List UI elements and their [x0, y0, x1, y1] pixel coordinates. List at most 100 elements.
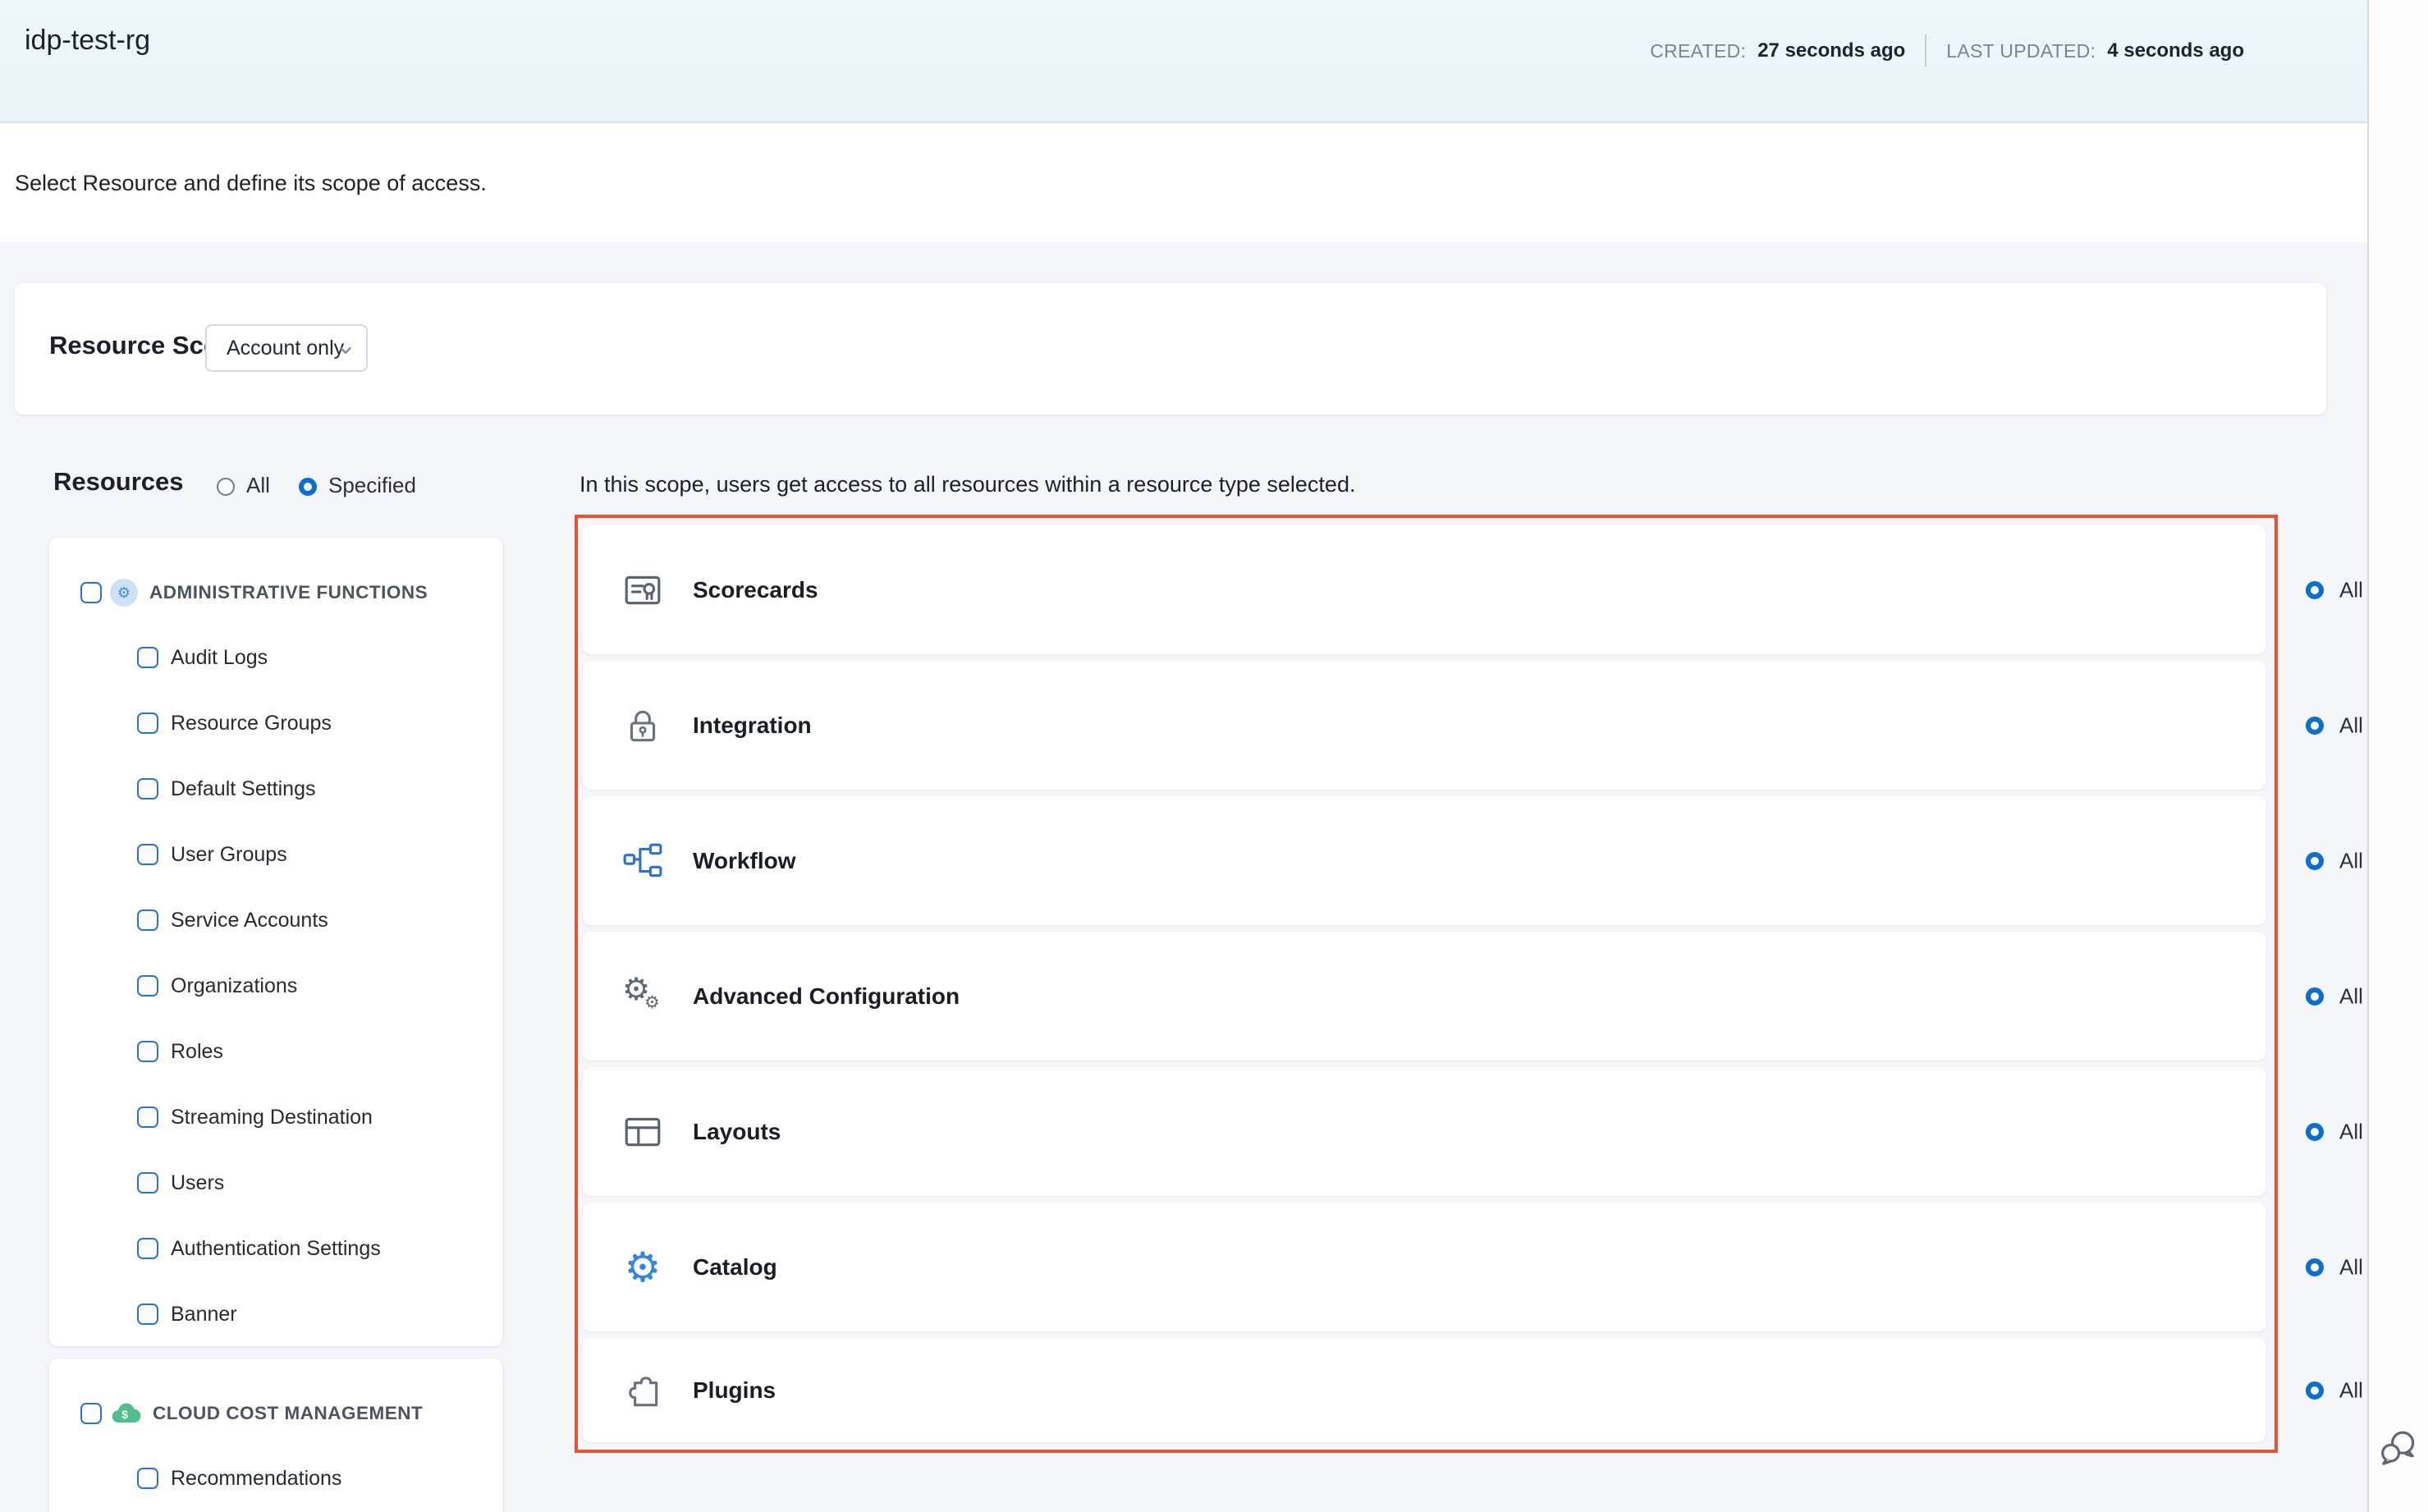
- chat-icon: [2379, 1428, 2420, 1469]
- resource-checkbox-item: Organizations: [49, 953, 502, 1019]
- item-label: Organizations: [171, 974, 297, 998]
- resources-radio-all[interactable]: [217, 478, 235, 496]
- resources-radio-specified-label: Specified: [328, 473, 416, 498]
- content: Resource Scope Account only Resources Al…: [0, 242, 2367, 1512]
- resource-type-row: ⚙⚙Advanced ConfigurationAll: [583, 932, 2265, 1061]
- resource-checkbox-item: Default Settings: [49, 756, 502, 822]
- item-label: Streaming Destination: [171, 1106, 373, 1129]
- type-icon-holder: [622, 1370, 663, 1411]
- right-rail: [2367, 0, 2428, 1512]
- chat-button[interactable]: [2379, 1428, 2420, 1469]
- group-checkbox[interactable]: [80, 1403, 102, 1424]
- item-label: Roles: [171, 1040, 223, 1064]
- all-radio[interactable]: [2306, 717, 2324, 735]
- item-checkbox[interactable]: [137, 1107, 158, 1128]
- item-checkbox[interactable]: [137, 975, 158, 997]
- scope-description: In this scope, users get access to all r…: [580, 472, 1355, 497]
- resource-type-row: PluginsAll: [583, 1338, 2265, 1442]
- type-icon-holder: [622, 570, 663, 611]
- resource-checkbox-item: Streaming Destination: [49, 1084, 502, 1150]
- resource-checkbox-item: Service Accounts: [49, 887, 502, 953]
- toolbar-description: Select Resource and define its scope of …: [15, 171, 487, 196]
- resource-type-row: IntegrationAll: [583, 661, 2265, 790]
- resource-type-label: Layouts: [693, 1119, 781, 1145]
- resource-type-row: ⚙CatalogAllSpecified+ Add: [583, 1203, 2265, 1331]
- group-label: CLOUD COST MANAGEMENT: [153, 1403, 423, 1424]
- resources-radio-specified[interactable]: [299, 478, 317, 496]
- all-radio-label: All: [2339, 577, 2363, 603]
- item-checkbox[interactable]: [137, 909, 158, 931]
- all-radio[interactable]: [2306, 1123, 2324, 1141]
- resource-type-label: Catalog: [693, 1254, 777, 1281]
- resource-checkbox-item: User Groups: [49, 822, 502, 887]
- page-title: idp-test-rg: [25, 25, 150, 57]
- cloud-dollar-icon: $: [108, 1400, 141, 1427]
- all-radio[interactable]: [2306, 581, 2324, 599]
- item-label: Recommendations: [171, 1467, 341, 1491]
- scorecard-icon: [622, 570, 663, 611]
- all-radio[interactable]: [2306, 852, 2324, 870]
- resource-scope-select[interactable]: Account only: [205, 324, 368, 372]
- resource-type-row: ScorecardsAllSpecified+ Add: [583, 525, 2265, 654]
- updated-value: 4 seconds ago: [2107, 39, 2244, 62]
- resource-scope-card: Resource Scope Account only: [15, 283, 2326, 415]
- gears-icon: ⚙⚙: [622, 976, 663, 1017]
- resources-radio-all-label: All: [246, 473, 270, 498]
- resource-type-label: Plugins: [693, 1377, 776, 1404]
- type-icon-holder: [622, 841, 663, 882]
- resource-type-label: Integration: [693, 712, 812, 739]
- resources-title: Resources: [53, 467, 184, 497]
- item-checkbox[interactable]: [137, 1304, 158, 1325]
- group-label: ADMINISTRATIVE FUNCTIONS: [149, 582, 428, 603]
- item-label: Authentication Settings: [171, 1237, 381, 1261]
- chevron-down-icon: [337, 341, 355, 360]
- all-radio-label: All: [2339, 1377, 2363, 1403]
- item-checkbox[interactable]: [137, 712, 158, 734]
- all-radio[interactable]: [2306, 1258, 2324, 1276]
- all-radio-label: All: [2339, 1119, 2363, 1144]
- item-checkbox[interactable]: [137, 1238, 158, 1259]
- workflow-icon: [622, 841, 663, 882]
- item-label: User Groups: [171, 843, 287, 867]
- resource-checkbox-item: Resource Groups: [49, 690, 502, 756]
- item-checkbox[interactable]: [137, 647, 158, 668]
- updated-label: LAST UPDATED:: [1946, 40, 2096, 62]
- item-label: Default Settings: [171, 777, 316, 801]
- item-checkbox[interactable]: [137, 1172, 158, 1194]
- group-icon-holder: ⚙: [102, 579, 138, 607]
- item-checkbox[interactable]: [137, 844, 158, 865]
- resource-scope-value: Account only: [227, 337, 344, 360]
- group-checkbox[interactable]: [80, 582, 102, 603]
- resource-group-card: ⚙ ADMINISTRATIVE FUNCTIONS Audit LogsResou…: [49, 538, 502, 1346]
- item-checkbox[interactable]: [137, 1468, 158, 1489]
- type-icon-holder: ⚙⚙: [622, 976, 663, 1017]
- item-label: Banner: [171, 1303, 237, 1326]
- resource-group-card: $ CLOUD COST MANAGEMENT Recommendations: [49, 1359, 502, 1512]
- group-item-list: Audit LogsResource Groups Default Setting…: [49, 625, 502, 1347]
- puzzle-icon: [622, 1370, 663, 1411]
- created-label: CREATED:: [1650, 40, 1746, 62]
- resource-group-row: $ CLOUD COST MANAGEMENT: [49, 1390, 502, 1437]
- all-radio[interactable]: [2306, 987, 2324, 1006]
- type-icon-holder: [622, 1111, 663, 1152]
- toolbar: Select Resource and define its scope of …: [0, 123, 2367, 242]
- type-icon-holder: ⚙: [622, 1247, 663, 1288]
- resource-type-row: LayoutsAll: [583, 1067, 2265, 1196]
- item-checkbox[interactable]: [137, 1041, 158, 1062]
- resource-type-label: Advanced Configuration: [693, 983, 960, 1010]
- resource-type-label: Workflow: [693, 848, 795, 874]
- item-label: Service Accounts: [171, 909, 328, 932]
- header: idp-test-rg CREATED: 27 seconds ago LAST…: [0, 0, 2367, 123]
- header-meta: CREATED: 27 seconds ago LAST UPDATED: 4 …: [1650, 34, 2244, 67]
- resource-checkbox-item: Authentication Settings: [49, 1216, 502, 1281]
- item-checkbox[interactable]: [137, 778, 158, 800]
- item-label: Users: [171, 1171, 224, 1195]
- all-radio-label: All: [2339, 848, 2363, 873]
- meta-separator: [1925, 34, 1926, 67]
- resource-checkbox-item: Users: [49, 1150, 502, 1216]
- type-icon-holder: [622, 705, 663, 746]
- resource-checkbox-item: Audit Logs: [49, 625, 502, 690]
- resource-checkbox-item: Roles: [49, 1019, 502, 1084]
- all-radio[interactable]: [2306, 1381, 2324, 1400]
- all-radio-label: All: [2339, 1254, 2363, 1280]
